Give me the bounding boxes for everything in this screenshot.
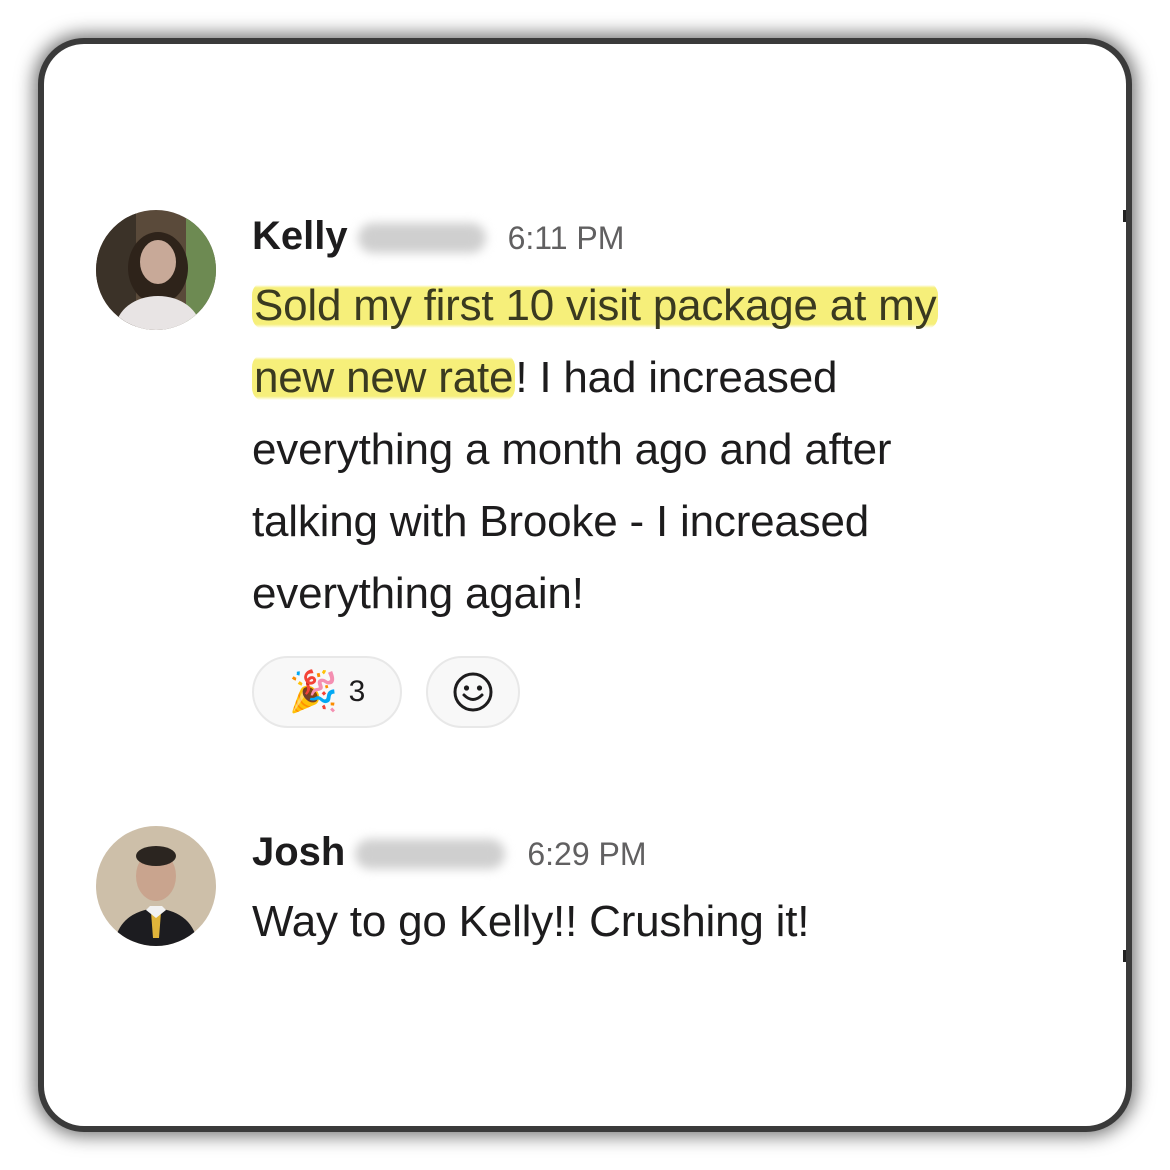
- timestamp[interactable]: 6:29 PM: [527, 836, 646, 873]
- avatar-kelly-image: [96, 210, 216, 330]
- message-line: talking with Brooke - I increased: [252, 497, 870, 546]
- message-header-josh: Josh 6:29 PM: [252, 830, 647, 875]
- message-line: Way to go Kelly!! Crushing it!: [252, 897, 810, 946]
- edge-mark: [1123, 950, 1126, 962]
- message-body-kelly: Sold my first 10 visit package at my new…: [252, 270, 1112, 630]
- message-text: ! I had increased: [515, 353, 838, 402]
- edge-mark: [1123, 210, 1126, 222]
- highlighted-text: new new rate: [252, 353, 516, 402]
- smiley-add-reaction-icon: [453, 672, 493, 712]
- reaction-party-popper[interactable]: 🎉 3: [252, 656, 402, 728]
- message-line: Sold my first 10 visit package at my: [252, 270, 1112, 342]
- avatar-kelly[interactable]: [96, 210, 216, 330]
- avatar-josh[interactable]: [96, 826, 216, 946]
- highlighted-text: Sold my first 10 visit package at my: [252, 281, 939, 330]
- chat-screenshot-card: Kelly 6:11 PM Sold my first 10 visit pac…: [44, 44, 1126, 1126]
- message-body-josh: Way to go Kelly!! Crushing it!: [252, 886, 1112, 958]
- message-line: everything again!: [252, 569, 584, 618]
- sender-name[interactable]: Kelly: [252, 214, 348, 259]
- message-line: everything a month ago and after: [252, 425, 892, 474]
- reaction-count: 3: [348, 675, 366, 708]
- message-header-kelly: Kelly 6:11 PM: [252, 214, 624, 259]
- sender-name[interactable]: Josh: [252, 830, 345, 875]
- timestamp[interactable]: 6:11 PM: [508, 220, 625, 257]
- blurred-last-name: [355, 839, 506, 869]
- add-reaction-button[interactable]: [426, 656, 520, 728]
- message-line: new new rate! I had increased: [252, 342, 1112, 414]
- party-popper-icon: 🎉: [288, 670, 339, 714]
- blurred-last-name: [357, 223, 486, 253]
- avatar-josh-image: [96, 826, 216, 946]
